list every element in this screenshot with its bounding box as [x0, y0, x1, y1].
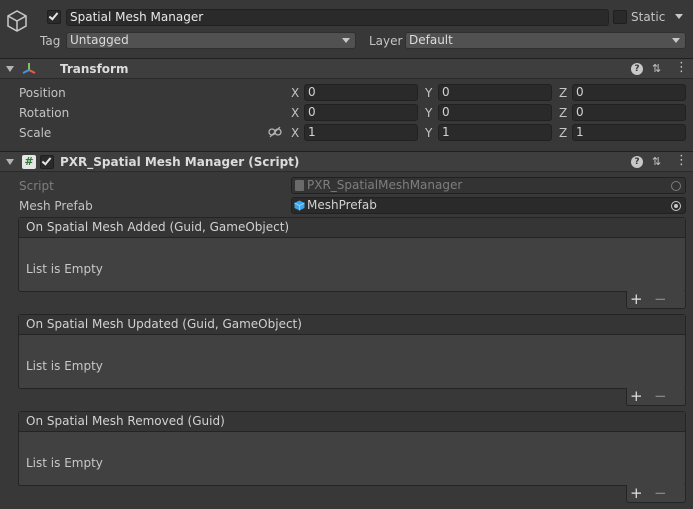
event-list-footer: + − [626, 291, 686, 309]
menu-icon[interactable]: ⋮ [675, 61, 688, 74]
tag-value: Untagged [70, 33, 129, 47]
menu-icon[interactable]: ⋮ [675, 154, 688, 167]
tag-label: Tag [40, 34, 61, 48]
static-dropdown-arrow-icon[interactable] [675, 14, 683, 19]
script-file-icon [295, 180, 304, 191]
rotation-label: Rotation [19, 106, 70, 120]
active-checkbox[interactable] [47, 10, 61, 24]
event-title: On Spatial Mesh Added (Guid, GameObject) [19, 218, 685, 238]
script-hash-icon: # [22, 155, 36, 169]
script-component-title: PXR_Spatial Mesh Manager (Script) [60, 155, 300, 169]
position-x-field[interactable]: 0 [304, 84, 418, 101]
add-item-button[interactable]: + [630, 291, 643, 308]
chevron-down-icon [672, 38, 680, 43]
static-label: Static [631, 10, 666, 24]
script-label: Script [19, 179, 54, 193]
event-title: On Spatial Mesh Removed (Guid) [19, 412, 685, 432]
rotation-y-axis[interactable]: Y [425, 106, 432, 120]
remove-item-button[interactable]: − [654, 485, 667, 502]
list-empty-label: List is Empty [26, 359, 103, 373]
list-empty-label: List is Empty [26, 262, 103, 276]
mesh-prefab-label: Mesh Prefab [19, 199, 93, 213]
event-list-body: List is Empty [19, 432, 685, 488]
scale-x-field[interactable]: 1 [304, 124, 418, 141]
position-x-axis[interactable]: X [291, 86, 299, 100]
layer-label: Layer [369, 34, 403, 48]
script-value: PXR_SpatialMeshManager [307, 178, 463, 192]
script-enabled-checkbox[interactable] [40, 155, 54, 169]
add-item-button[interactable]: + [630, 388, 643, 405]
mesh-prefab-value: MeshPrefab [307, 198, 377, 212]
check-icon [41, 155, 52, 166]
object-name-field[interactable]: Spatial Mesh Manager [66, 9, 609, 26]
position-label: Position [19, 86, 66, 100]
remove-item-button[interactable]: − [654, 291, 667, 308]
list-empty-label: List is Empty [26, 456, 103, 470]
event-list-footer: + − [626, 485, 686, 503]
remove-item-button[interactable]: − [654, 388, 667, 405]
gameobject-cube-icon [5, 9, 29, 33]
help-icon[interactable]: ? [631, 63, 643, 75]
event-on-spatial-mesh-updated: On Spatial Mesh Updated (Guid, GameObjec… [18, 314, 686, 389]
rotation-z-axis[interactable]: Z [559, 106, 567, 120]
event-on-spatial-mesh-removed: On Spatial Mesh Removed (Guid) List is E… [18, 411, 686, 486]
script-object-field: PXR_SpatialMeshManager [291, 177, 686, 194]
rotation-y-field[interactable]: 0 [438, 104, 552, 121]
position-z-axis[interactable]: Z [559, 86, 567, 100]
check-icon [48, 10, 59, 21]
object-picker-icon[interactable] [671, 201, 681, 211]
prefab-cube-icon [294, 200, 305, 211]
chevron-down-icon [342, 38, 350, 43]
help-icon[interactable]: ? [631, 156, 643, 168]
object-picker-icon [671, 181, 681, 191]
transform-icon [21, 61, 37, 77]
scale-x-axis[interactable]: X [291, 126, 299, 140]
tag-dropdown[interactable]: Untagged [66, 32, 356, 49]
layer-value: Default [409, 33, 453, 47]
static-checkbox[interactable] [613, 10, 627, 24]
scale-label: Scale [19, 126, 52, 140]
position-y-field[interactable]: 0 [438, 84, 552, 101]
scale-z-axis[interactable]: Z [559, 126, 567, 140]
transform-title: Transform [60, 62, 129, 76]
position-z-field[interactable]: 0 [572, 84, 686, 101]
position-y-axis[interactable]: Y [425, 86, 432, 100]
link-icon[interactable] [268, 126, 282, 138]
foldout-arrow-icon[interactable] [6, 66, 14, 72]
add-item-button[interactable]: + [630, 485, 643, 502]
rotation-x-field[interactable]: 0 [304, 104, 418, 121]
rotation-x-axis[interactable]: X [291, 106, 299, 120]
event-title: On Spatial Mesh Updated (Guid, GameObjec… [19, 315, 685, 335]
presets-icon[interactable]: ⇅ [652, 156, 661, 167]
event-list-body: List is Empty [19, 335, 685, 391]
event-list-footer: + − [626, 388, 686, 406]
scale-z-field[interactable]: 1 [572, 124, 686, 141]
event-on-spatial-mesh-added: On Spatial Mesh Added (Guid, GameObject)… [18, 217, 686, 292]
scale-y-axis[interactable]: Y [425, 126, 432, 140]
layer-dropdown[interactable]: Default [405, 32, 686, 49]
event-list-body: List is Empty [19, 238, 685, 294]
scale-y-field[interactable]: 1 [438, 124, 552, 141]
mesh-prefab-field[interactable]: MeshPrefab [291, 197, 686, 214]
presets-icon[interactable]: ⇅ [652, 63, 661, 74]
rotation-z-field[interactable]: 0 [572, 104, 686, 121]
foldout-arrow-icon[interactable] [6, 159, 14, 165]
